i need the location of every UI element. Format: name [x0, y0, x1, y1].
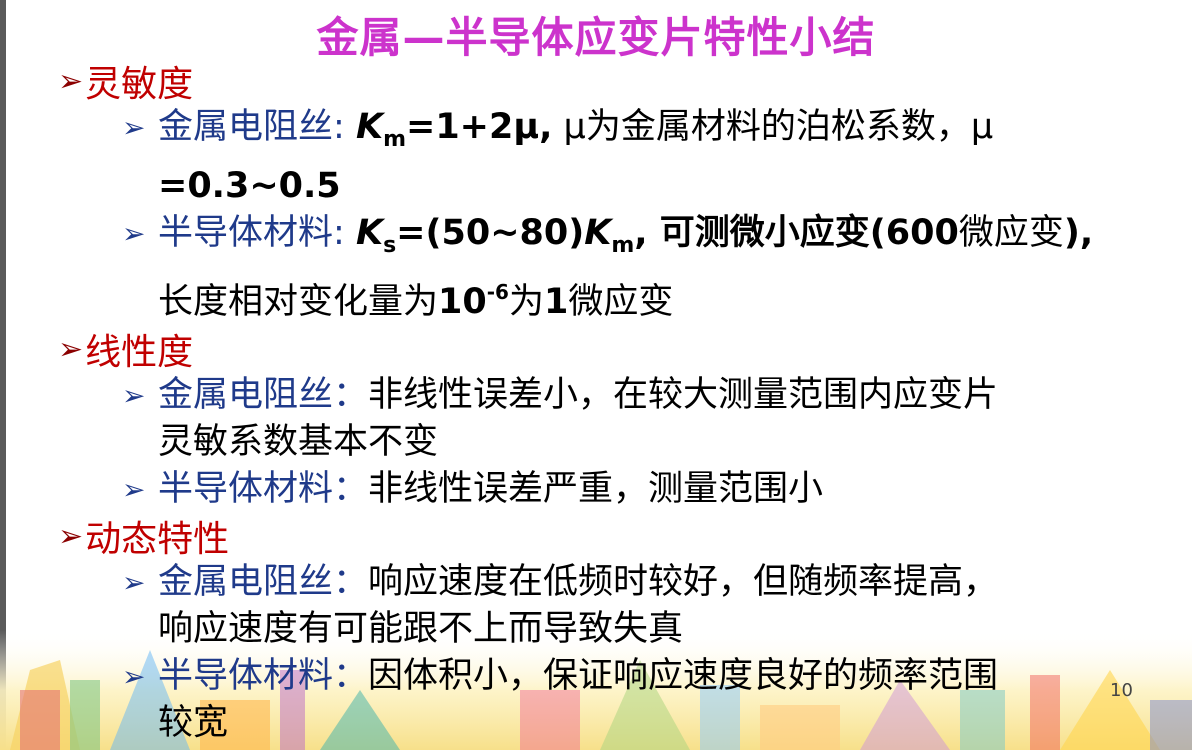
item-arrow-icon: ➢: [122, 111, 146, 144]
section-arrow-icon: ➢: [58, 331, 84, 367]
item-lead: 金属电阻丝:: [158, 107, 345, 147]
item-lead: 半导体材料：: [158, 656, 369, 696]
item-arrow-icon: ➢: [122, 379, 146, 412]
section-label: 灵敏度: [85, 64, 194, 105]
item-lead: 半导体材料:: [158, 213, 345, 253]
list-item: ➢ 金属电阻丝：响应速度在低频时较好，但随频率提高， 响应速度有可能跟不上而导致…: [58, 559, 1168, 653]
list-item: ➢ 半导体材料: Ks=(50~80)Km, 可测微小应变(600微应变), 长…: [58, 210, 1168, 326]
section-linearity: ➢ 线性度: [58, 326, 1168, 374]
page-number: 10: [1110, 680, 1133, 701]
item-lead: 金属电阻丝：: [158, 375, 369, 415]
list-item: ➢ 半导体材料：因体积小，保证响应速度良好的频率范围 较宽: [58, 653, 1168, 747]
list-item: ➢ 金属电阻丝：非线性误差小，在较大测量范围内应变片 灵敏系数基本不变: [58, 372, 1168, 466]
item-arrow-icon: ➢: [122, 217, 146, 250]
section-sensitivity: ➢ 灵敏度: [58, 58, 1168, 106]
slide-content: ➢ 灵敏度 ➢ 金属电阻丝: Km=1+2μ, μ为金属材料的泊松系数，μ =0…: [58, 58, 1168, 747]
section-label: 动态特性: [85, 519, 230, 560]
item-arrow-icon: ➢: [122, 473, 146, 506]
list-item: ➢ 半导体材料：非线性误差严重，测量范围小: [58, 466, 1168, 513]
item-arrow-icon: ➢: [122, 566, 146, 599]
item-lead: 半导体材料：: [158, 469, 369, 509]
item-arrow-icon: ➢: [122, 660, 146, 693]
section-arrow-icon: ➢: [58, 63, 84, 99]
list-item: ➢ 金属电阻丝: Km=1+2μ, μ为金属材料的泊松系数，μ =0.3~0.5: [58, 104, 1168, 210]
section-label: 线性度: [85, 332, 194, 373]
section-arrow-icon: ➢: [58, 518, 84, 554]
section-dynamic: ➢ 动态特性: [58, 513, 1168, 561]
item-lead: 金属电阻丝：: [158, 562, 369, 602]
